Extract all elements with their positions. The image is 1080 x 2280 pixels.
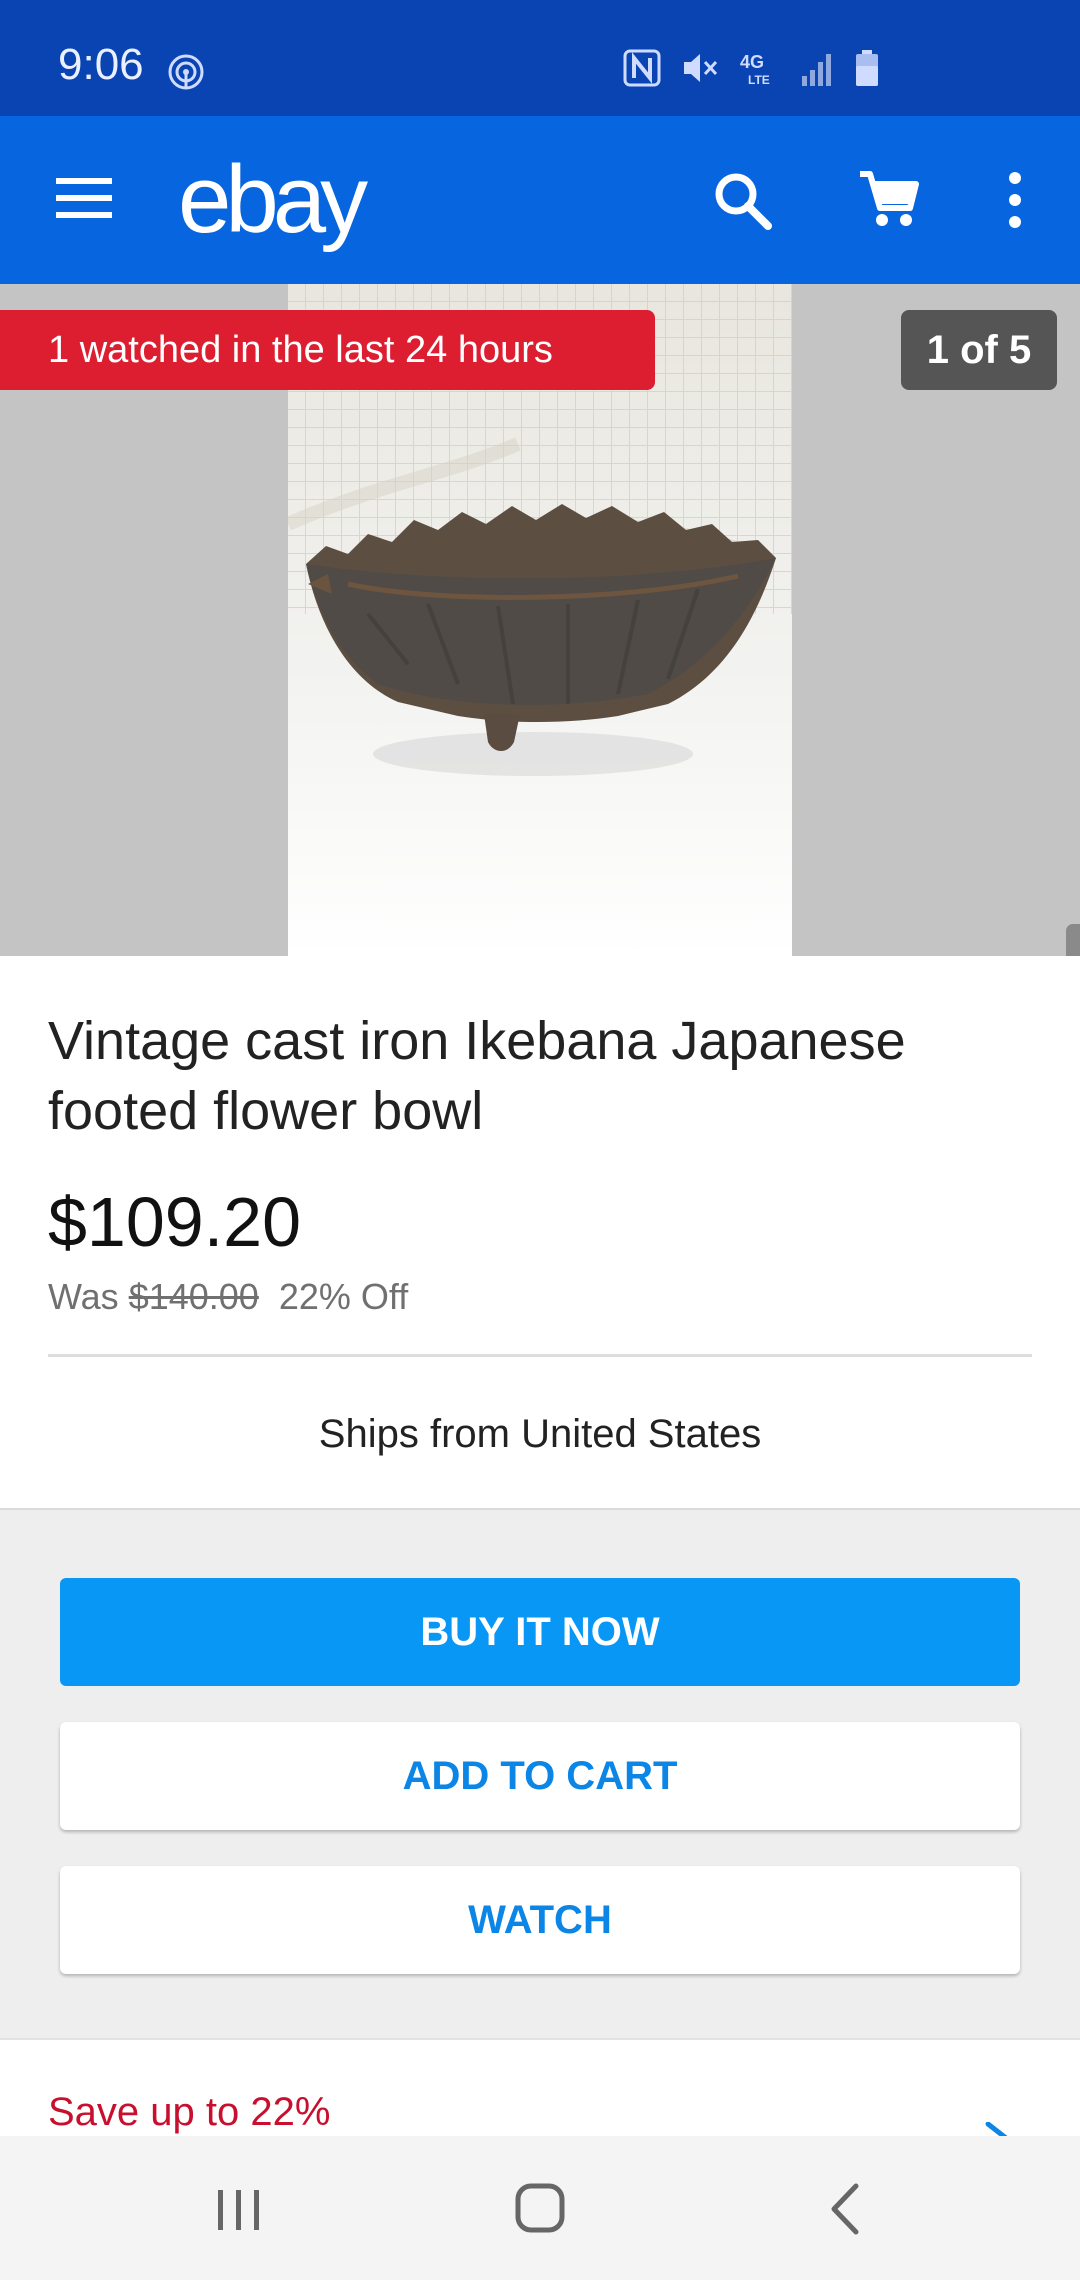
was-label: Was [48, 1276, 119, 1317]
ships-from-text: Ships from United States [318, 1412, 762, 1456]
action-panel: BUY IT NOW ADD TO CART WATCH [0, 1508, 1080, 2038]
nfc-icon [623, 49, 661, 87]
search-icon[interactable] [712, 170, 772, 230]
save-promo-text: Save up to 22% [48, 2090, 331, 2134]
status-bar: 9:06 4G LTE [0, 0, 1080, 116]
image-gallery[interactable]: 1 watched in the last 24 hours 1 of 5 [0, 284, 1080, 956]
status-time: 9:06 [58, 40, 144, 89]
hotspot-icon [168, 54, 204, 90]
save-promo-row[interactable]: Save up to 22% [0, 2038, 1080, 2136]
watched-badge: 1 watched in the last 24 hours [0, 310, 655, 390]
app-bar: ebay [0, 116, 1080, 284]
recents-icon[interactable] [214, 2188, 264, 2232]
svg-text:LTE: LTE [748, 73, 770, 87]
chevron-right-icon[interactable] [984, 2122, 1014, 2136]
discount-label: 22% Off [278, 1276, 409, 1317]
current-price: $109.20 [48, 1183, 302, 1261]
home-icon[interactable] [514, 2182, 566, 2234]
mute-icon [684, 54, 718, 82]
more-vert-icon[interactable] [1000, 170, 1030, 230]
ebay-logo[interactable]: ebay [178, 152, 368, 248]
add-to-cart-button[interactable]: ADD TO CART [60, 1722, 1020, 1830]
buy-it-now-button[interactable]: BUY IT NOW [60, 1578, 1020, 1686]
image-counter-badge: 1 of 5 [901, 310, 1057, 390]
was-price-line: Was $140.00 22% Off [48, 1276, 408, 1318]
4g-lte-icon: 4G LTE [740, 52, 770, 87]
divider [48, 1354, 1032, 1357]
listing-details: Vintage cast iron Ikebana Japanese foote… [0, 956, 1080, 1508]
battery-icon [856, 50, 878, 86]
svg-text:4G: 4G [740, 52, 764, 72]
menu-icon[interactable] [54, 174, 114, 222]
watch-button[interactable]: WATCH [60, 1866, 1020, 1974]
cart-icon[interactable] [858, 168, 920, 230]
back-icon[interactable] [826, 2182, 862, 2236]
signal-icon [802, 54, 831, 86]
original-price: $140.00 [128, 1276, 259, 1317]
listing-title: Vintage cast iron Ikebana Japanese foote… [48, 1011, 906, 1141]
system-nav-bar [0, 2136, 1080, 2280]
